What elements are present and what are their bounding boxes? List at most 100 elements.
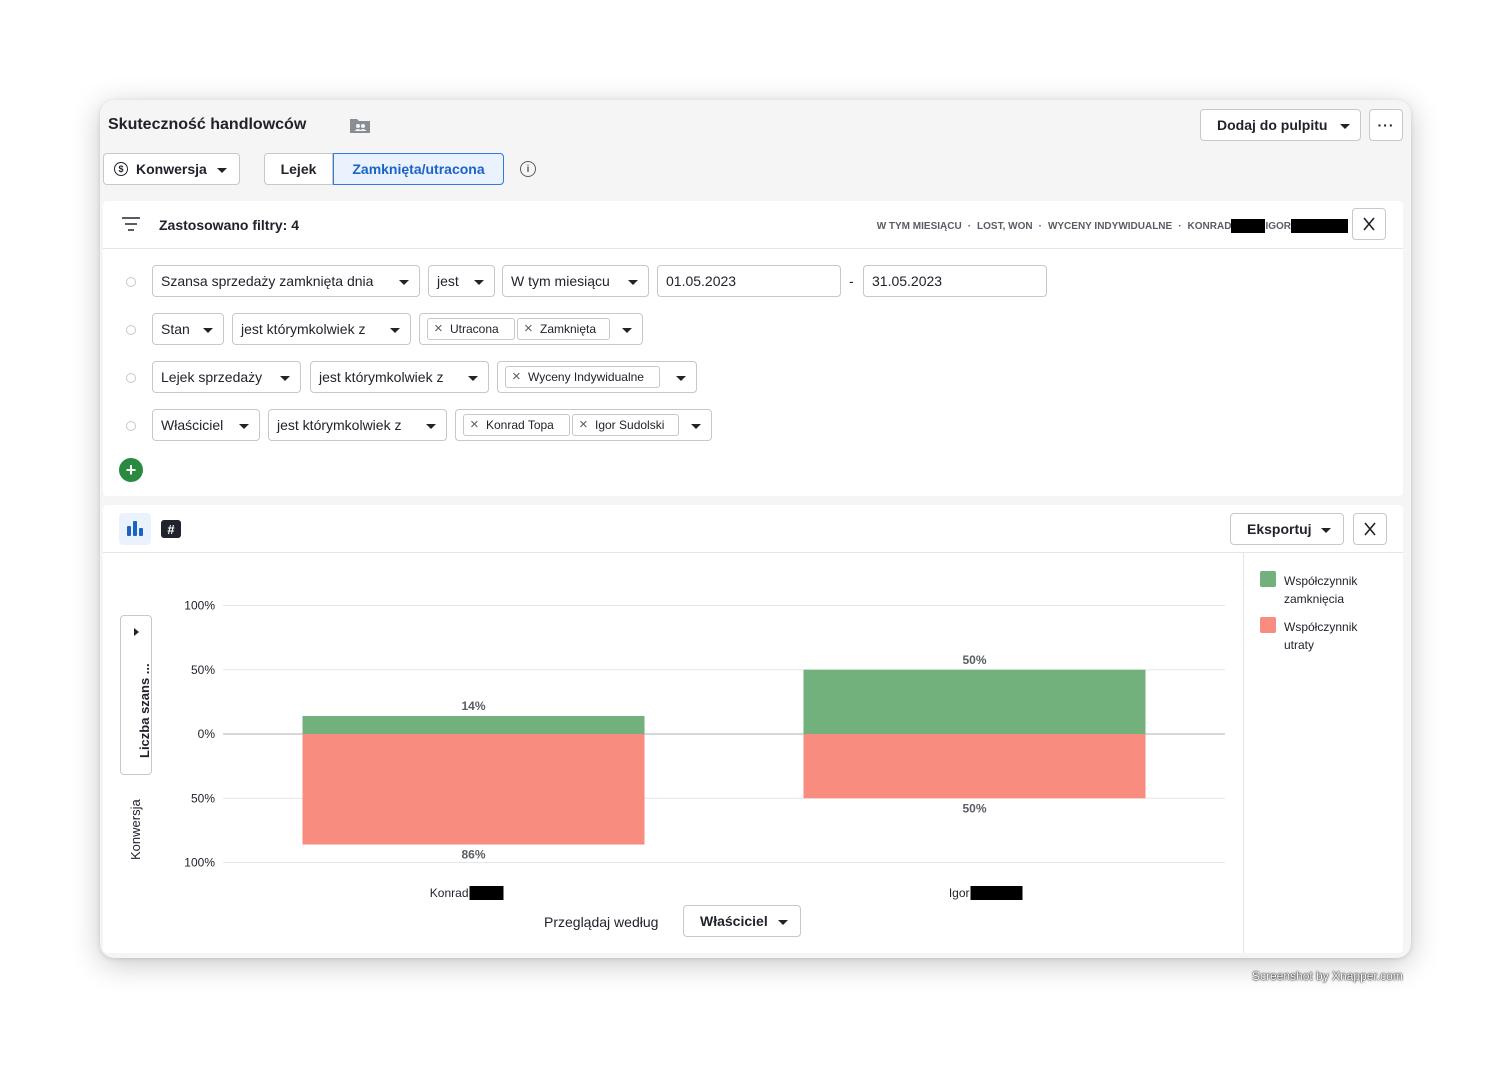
chevron-down-icon [628,280,638,285]
report-window: Skuteczność handlowców Dodaj do pulpitu … [100,100,1411,958]
metric-select[interactable]: $ Konwersja [103,153,240,185]
chevron-down-icon [280,376,290,381]
date-range-separator: - [849,273,854,289]
more-options-button[interactable]: ··· [1369,109,1403,141]
value-tag: × Konrad Topa [463,414,570,436]
remove-tag-icon[interactable]: × [524,321,533,337]
filter-operator-label: jest którymkolwiek z [241,321,366,337]
chevron-down-icon [691,424,701,429]
filters-applied-title: Zastosowano filtry: 4 [159,217,300,233]
currency-icon: $ [114,162,128,176]
summary-period: W TYM MIESIĄCU [876,220,962,232]
add-to-dashboard-label: Dodaj do pulpitu [1217,117,1328,133]
filter-field-select[interactable]: Lejek sprzedaży [152,361,301,393]
tag-label: Konrad Topa [486,418,554,432]
chevron-down-icon [1340,124,1350,129]
chevron-down-icon [390,328,400,333]
chevron-down-icon [778,920,788,925]
add-to-dashboard-button[interactable]: Dodaj do pulpitu [1200,109,1361,141]
filter-values-multiselect[interactable]: × Utracona × Zamknięta [419,313,643,345]
remove-tag-icon[interactable]: × [470,417,479,433]
legend-label: Współczynnik zamknięcia [1284,574,1358,606]
filter-operator-select[interactable]: jest [428,265,495,297]
filter-period-select[interactable]: W tym miesiącu [502,265,649,297]
filter-operator-select[interactable]: jest którymkolwiek z [310,361,489,393]
shared-folder-icon[interactable] [349,116,371,134]
bar-lost [803,734,1146,799]
filter-operator-label: jest którymkolwiek z [277,417,402,433]
bar-won [302,716,645,734]
value-tag: × Wyceny Indywidualne [505,366,660,388]
chevron-down-icon [468,376,478,381]
chart-panel: # Eksportuj Liczba szans ... Konwersja 1… [103,505,1403,953]
redaction-bar [1231,219,1266,233]
filter-field-label: Stan [161,321,190,337]
filter-row-marker [126,421,136,431]
redaction-bar [469,886,504,900]
chevron-down-icon [203,328,213,333]
tab-funnel[interactable]: Lejek [264,153,333,185]
data-label: 86% [461,848,485,862]
filter-row-marker [126,277,136,287]
bar-chart: 100% 50% 0% 50% 100% 14% 86% Konrad 50% 50% Igor [184,599,1225,900]
data-label: 50% [962,801,986,815]
filter-operator-select[interactable]: jest którymkolwiek z [232,313,411,345]
chevron-down-icon [217,168,227,173]
summary-owner-2: IGOR [1265,220,1291,232]
chevron-down-icon [676,376,686,381]
bar-chart-view-button[interactable] [119,513,151,545]
chevron-down-icon [399,280,409,285]
data-label: 14% [461,699,485,713]
date-to-input[interactable]: 31.05.2023 [863,265,1047,297]
y-tick-label: 0% [198,727,216,741]
filter-row-marker [126,373,136,383]
filter-field-select[interactable]: Stan [152,313,224,345]
filter-values-multiselect[interactable]: × Wyceny Indywidualne [497,361,697,393]
group-by-value: Właściciel [700,913,768,929]
y-tick-label: 100% [184,856,215,870]
data-label: 50% [962,653,986,667]
filter-field-select[interactable]: Właściciel [152,409,260,441]
legend-label: Współczynnik utraty [1284,620,1358,652]
filter-header: Zastosowano filtry: 4 W TYM MIESIĄCU · LO… [103,201,1403,249]
remove-tag-icon[interactable]: × [434,321,443,337]
remove-tag-icon[interactable]: × [579,417,588,433]
tab-closed-lost[interactable]: Zamknięta/utracona [333,153,504,185]
group-by-select[interactable]: Właściciel [683,905,801,937]
y-tick-label: 50% [191,791,215,805]
redaction-bar [1291,219,1348,233]
filter-values-multiselect[interactable]: × Konrad Topa × Igor Sudolski [455,409,712,441]
chart-legend: Współczynnik zamknięcia Współczynnik utr… [1243,553,1403,953]
add-filter-button[interactable]: + [119,458,143,482]
info-icon[interactable]: i [520,161,536,177]
bar-won [803,669,1146,734]
remove-tag-icon[interactable]: × [512,369,521,385]
summary-status: LOST, WON [977,220,1033,232]
collapse-filters-button[interactable] [1352,208,1386,240]
filter-panel: Zastosowano filtry: 4 W TYM MIESIĄCU · LO… [103,201,1403,496]
filter-operator-select[interactable]: jest którymkolwiek z [268,409,447,441]
x-tick-label: Konrad [430,886,469,900]
collapse-chart-button[interactable] [1353,513,1387,545]
y-axis-metric-select[interactable]: Liczba szans ... [120,615,152,775]
filter-field-label: Właściciel [161,417,224,433]
y-tick-label: 50% [191,663,215,677]
tag-label: Wyceny Indywidualne [528,370,644,384]
chevron-down-icon [1321,528,1331,533]
filter-field-select[interactable]: Szansa sprzedaży zamknięta dnia [152,265,420,297]
value-tag: × Utracona [427,318,515,340]
group-by-label: Przeglądaj według [544,914,659,930]
chevron-down-icon [426,424,436,429]
chevron-down-icon [239,424,249,429]
date-from-input[interactable]: 01.05.2023 [657,265,841,297]
filter-icon[interactable] [122,217,140,231]
report-title: Skuteczność handlowców [108,116,307,133]
tag-label: Igor Sudolski [595,418,665,432]
table-view-button[interactable]: # [161,520,181,538]
export-button[interactable]: Eksportuj [1230,513,1344,545]
export-label: Eksportuj [1247,521,1312,537]
y-axis-metric-label: Liczba szans ... [137,663,152,758]
chevron-down-icon [622,328,632,333]
tag-label: Zamknięta [540,322,597,336]
summary-pipeline: WYCENY INDYWIDUALNE [1047,220,1173,232]
